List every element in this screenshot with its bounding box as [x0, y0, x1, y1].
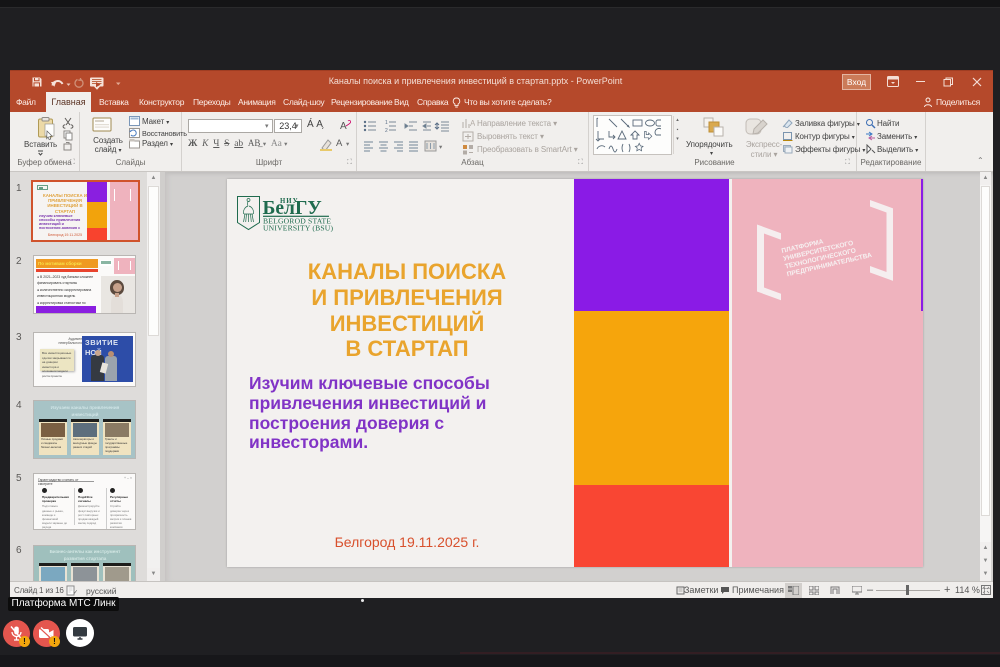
- svg-text:✓: ✓: [73, 590, 78, 596]
- svg-text:UNIVERSITY (BSU): UNIVERSITY (BSU): [263, 224, 333, 233]
- svg-text:1: 1: [385, 120, 388, 126]
- svg-text:2: 2: [385, 128, 388, 132]
- svg-text:A: A: [470, 119, 475, 128]
- svg-text:▾: ▾: [439, 144, 443, 151]
- svg-text:А: А: [340, 121, 347, 132]
